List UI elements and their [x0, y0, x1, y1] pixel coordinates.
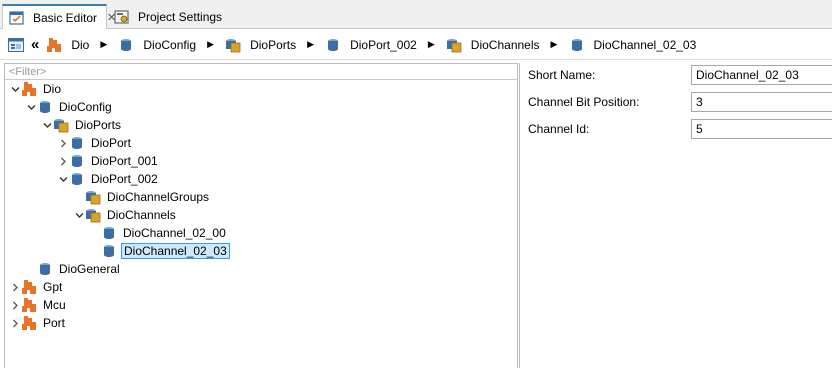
- module-icon: [21, 315, 37, 331]
- module-icon: [21, 279, 37, 295]
- short-name-field[interactable]: [691, 65, 832, 85]
- channel-bit-position-field[interactable]: [691, 92, 832, 112]
- tree-node-label: DioConfig: [59, 100, 112, 114]
- breadcrumb-item-dioports[interactable]: DioPorts: [223, 37, 298, 53]
- tree-node-label: DioChannelGroups: [107, 190, 210, 204]
- channel-bit-position-label: Channel Bit Position:: [528, 95, 640, 109]
- tree-node-label: DioChannel_02_00: [123, 226, 226, 240]
- container-folder-icon: [85, 207, 101, 223]
- breadcrumb-item-dioport-002[interactable]: DioPort_002: [323, 37, 419, 53]
- tree-node-label: DioChannel_02_03: [121, 243, 230, 259]
- project-settings-icon: [114, 9, 130, 25]
- tree-node-dioports[interactable]: DioPorts: [41, 116, 123, 134]
- tree-node-label: DioPort: [91, 136, 132, 150]
- breadcrumb-label: DioPorts: [250, 37, 297, 52]
- tree-node-label: Port: [43, 316, 66, 330]
- tree-node-diogeneral[interactable]: DioGeneral: [25, 260, 122, 278]
- container-icon: [101, 243, 117, 259]
- chevron-right-icon[interactable]: ▶: [548, 39, 561, 50]
- chevron-right-icon[interactable]: [9, 278, 21, 296]
- tab-project-settings[interactable]: Project Settings: [108, 4, 228, 29]
- tree-pane: Dio DioConfig DioPorts DioPort DioPort_0…: [4, 63, 518, 368]
- chevron-right-icon[interactable]: ▶: [204, 39, 217, 50]
- tree-node-label: Gpt: [43, 280, 63, 294]
- filter-input[interactable]: [5, 65, 517, 80]
- chevron-right-icon[interactable]: [57, 134, 69, 152]
- chevron-down-icon[interactable]: [41, 116, 53, 134]
- container-icon: [69, 153, 85, 169]
- container-icon: [37, 261, 53, 277]
- tree-node-mcu[interactable]: Mcu: [9, 296, 68, 314]
- chevron-right-icon[interactable]: ▶: [97, 39, 110, 50]
- container-icon: [101, 225, 117, 241]
- breadcrumb-item-diochannels[interactable]: DioChannels: [444, 37, 542, 53]
- back-history-icon[interactable]: «: [31, 37, 39, 52]
- tree-node-dioconfig[interactable]: DioConfig: [25, 98, 114, 116]
- container-icon: [69, 135, 85, 151]
- module-icon: [46, 37, 62, 53]
- breadcrumb-label: DioConfig: [143, 37, 197, 52]
- basic-editor-icon: [9, 10, 25, 26]
- properties-pane: Short Name: Channel Bit Position: Channe…: [519, 63, 832, 368]
- container-icon: [118, 37, 134, 53]
- chevron-right-icon[interactable]: [57, 152, 69, 170]
- module-icon: [21, 81, 37, 97]
- tree-node-dioport-001[interactable]: DioPort_001: [57, 152, 160, 170]
- tree-node-label: DioPort_001: [91, 154, 158, 168]
- chevron-right-icon[interactable]: ▶: [304, 39, 317, 50]
- channel-id-label: Channel Id:: [528, 122, 590, 136]
- chevron-right-icon[interactable]: ▶: [425, 39, 438, 50]
- chevron-down-icon[interactable]: [25, 98, 37, 116]
- tree-node-label: DioGeneral: [59, 262, 120, 276]
- breadcrumb-label: DioPort_002: [350, 37, 417, 52]
- chevron-right-icon[interactable]: [9, 296, 21, 314]
- breadcrumb-item-diochannel-02-03[interactable]: DioChannel_02_03: [567, 37, 699, 53]
- chevron-down-icon[interactable]: [73, 206, 85, 224]
- tab-label: Project Settings: [138, 9, 223, 24]
- container-folder-icon: [225, 37, 241, 53]
- show-tree-icon[interactable]: [8, 37, 24, 53]
- tree-node-dioport-002[interactable]: DioPort_002: [57, 170, 160, 188]
- container-icon: [69, 171, 85, 187]
- tree-node-gpt[interactable]: Gpt: [9, 278, 64, 296]
- container-icon: [569, 37, 585, 53]
- editor-tab-bar: Basic Editor ✕ Project Settings: [0, 0, 832, 29]
- tree-node-label: Mcu: [43, 298, 66, 312]
- breadcrumb-label: DioChannel_02_03: [593, 37, 697, 52]
- breadcrumb-item-dio[interactable]: Dio: [44, 37, 91, 53]
- module-icon: [21, 297, 37, 313]
- tree-node-diochannel-02-03[interactable]: DioChannel_02_03: [89, 242, 230, 260]
- tree-node-diochannels[interactable]: DioChannels: [73, 206, 178, 224]
- container-folder-icon: [85, 189, 101, 205]
- tree-node-diochannelgroups[interactable]: DioChannelGroups: [73, 188, 211, 206]
- container-icon: [325, 37, 341, 53]
- tree-node-dioport[interactable]: DioPort: [57, 134, 133, 152]
- tree-node-label: DioPorts: [75, 118, 122, 132]
- tree-node-dio[interactable]: Dio: [9, 80, 63, 98]
- tab-label: Basic Editor: [33, 10, 98, 25]
- tree-node-label: DioChannels: [107, 208, 176, 222]
- breadcrumb-item-dioconfig[interactable]: DioConfig: [116, 37, 198, 53]
- chevron-right-icon[interactable]: [9, 314, 21, 332]
- channel-id-field[interactable]: [691, 119, 832, 139]
- container-folder-icon: [53, 117, 69, 133]
- container-folder-icon: [446, 37, 462, 53]
- breadcrumb: « Dio ▶ DioConfig ▶ DioPorts ▶ DioPort_0…: [0, 30, 832, 60]
- tree-node-label: Dio: [43, 82, 62, 96]
- breadcrumb-label: DioChannels: [470, 37, 540, 52]
- tree-node-label: DioPort_002: [91, 172, 158, 186]
- container-icon: [37, 99, 53, 115]
- tab-basic-editor[interactable]: Basic Editor ✕: [2, 4, 116, 29]
- chevron-down-icon[interactable]: [9, 80, 21, 98]
- short-name-label: Short Name:: [528, 68, 596, 82]
- chevron-down-icon[interactable]: [57, 170, 69, 188]
- tree-node-port[interactable]: Port: [9, 314, 67, 332]
- breadcrumb-label: Dio: [71, 37, 90, 52]
- tree-node-diochannel-02-00[interactable]: DioChannel_02_00: [89, 224, 228, 242]
